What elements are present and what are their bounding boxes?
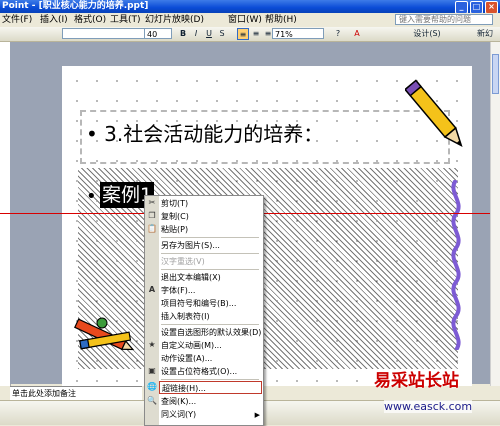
vertical-scrollbar[interactable] (490, 42, 500, 386)
watermark-text: 易采站长站 (374, 371, 459, 391)
menu-format[interactable]: 格式(O) (74, 13, 106, 27)
menu-separator (161, 237, 259, 238)
menu-help[interactable]: 帮助(H) (265, 13, 297, 27)
bold-button[interactable]: B (178, 28, 188, 40)
menu-item-set-default[interactable]: 设置自选图形的默认效果(D) (159, 326, 264, 339)
menu-slideshow[interactable]: 幻灯片放映(D) (145, 13, 204, 27)
align-center-icon[interactable]: ≡ (251, 28, 261, 40)
menu-item-cut[interactable]: 剪切(T) (159, 197, 264, 210)
underline-button[interactable]: U (204, 28, 214, 40)
paste-icon: 📋 (147, 224, 157, 233)
menu-item-exit-text-edit[interactable]: 退出文本编辑(X) (159, 271, 264, 284)
bullet-glyph: • (86, 186, 97, 207)
menu-item-synonyms[interactable]: 同义词(Y) (159, 408, 264, 421)
menu-separator (161, 269, 259, 270)
menu-separator (161, 324, 259, 325)
menu-insert[interactable]: 插入(I) (40, 13, 68, 27)
formatting-toolbar: 40 B I U S ≡ ≡ ≡ 71% ? A 设计(S) 新幻 (0, 27, 500, 42)
window-titlebar: Point - [职业核心能力的培养.ppt] _ □ × (0, 0, 500, 14)
pencil-clipart-icon (405, 79, 463, 148)
menu-item-hyperlink[interactable]: 超链接(H)... (159, 381, 262, 394)
copy-icon: ❐ (148, 211, 156, 220)
context-menu: ✂ 剪切(T) ❐ 复制(C) 📋 粘贴(P) 另存为图片(S)... 汉字重选… (144, 195, 264, 426)
scissors-icon: ✂ (148, 198, 156, 207)
align-left-icon[interactable]: ≡ (237, 28, 249, 40)
menu-item-reconvert: 汉字重选(V) (161, 257, 205, 266)
notes-pane[interactable]: 单击此处添加备注 (10, 386, 142, 400)
animation-icon: ★ (148, 340, 156, 349)
menu-item-custom-animation[interactable]: 自定义动画(M)... (159, 339, 264, 352)
menu-bar: 文件(F) 插入(I) 格式(O) 工具(T) 幻灯片放映(D) 窗口(W) 帮… (0, 13, 500, 27)
zoom-combo[interactable]: 71% (272, 28, 324, 39)
menu-item-lookup[interactable]: 查阅(K)... (159, 395, 264, 408)
help-icon[interactable]: ? (333, 28, 343, 40)
menu-item-bullets[interactable]: 项目符号和编号(B)... (159, 297, 264, 310)
menu-separator (161, 253, 259, 254)
menu-item-copy[interactable]: 复制(C) (159, 210, 264, 223)
slide-title-text: • 3.社会活动能力的培养： (86, 122, 324, 146)
help-search-input[interactable] (395, 14, 493, 25)
submenu-arrow-icon: ▶ (254, 411, 260, 419)
font-name-combo[interactable] (62, 28, 152, 39)
hyperlink-icon: 🌐 (147, 382, 157, 391)
menu-file[interactable]: 文件(F) (2, 13, 32, 27)
format-icon: ▣ (148, 366, 156, 375)
menu-separator (161, 379, 259, 380)
menu-item-format-placeholder[interactable]: 设置占位符格式(O)... (159, 365, 264, 378)
menu-item-save-as-picture[interactable]: 另存为图片(S)... (159, 239, 264, 252)
italic-button[interactable]: I (191, 28, 201, 40)
font-size-combo[interactable]: 40 (144, 28, 172, 39)
new-slide-button[interactable]: 新幻 (472, 28, 498, 40)
menu-tools[interactable]: 工具(T) (110, 13, 141, 27)
scrollbar-thumb[interactable] (492, 54, 499, 94)
menu-item-paste[interactable]: 粘贴(P) (159, 223, 264, 236)
menu-window[interactable]: 窗口(W) (228, 13, 262, 27)
watermark-url: www.easck.com (384, 400, 473, 413)
squiggle-decoration-icon (451, 180, 461, 350)
menu-item-action-settings[interactable]: 动作设置(A)... (159, 352, 264, 365)
window-title: Point - [职业核心能力的培养.ppt] (2, 1, 149, 11)
font-color-icon[interactable]: A (350, 28, 364, 40)
menu-item-insert-tab[interactable]: 插入制表符(I) (159, 310, 264, 323)
shadow-button[interactable]: S (217, 28, 227, 40)
crayons-clipart-icon (74, 317, 135, 351)
design-button[interactable]: 设计(S) (408, 28, 446, 40)
font-icon: A (148, 285, 156, 294)
lookup-icon: 🔍 (147, 396, 157, 405)
menu-item-font[interactable]: 字体(F)... (159, 284, 264, 297)
